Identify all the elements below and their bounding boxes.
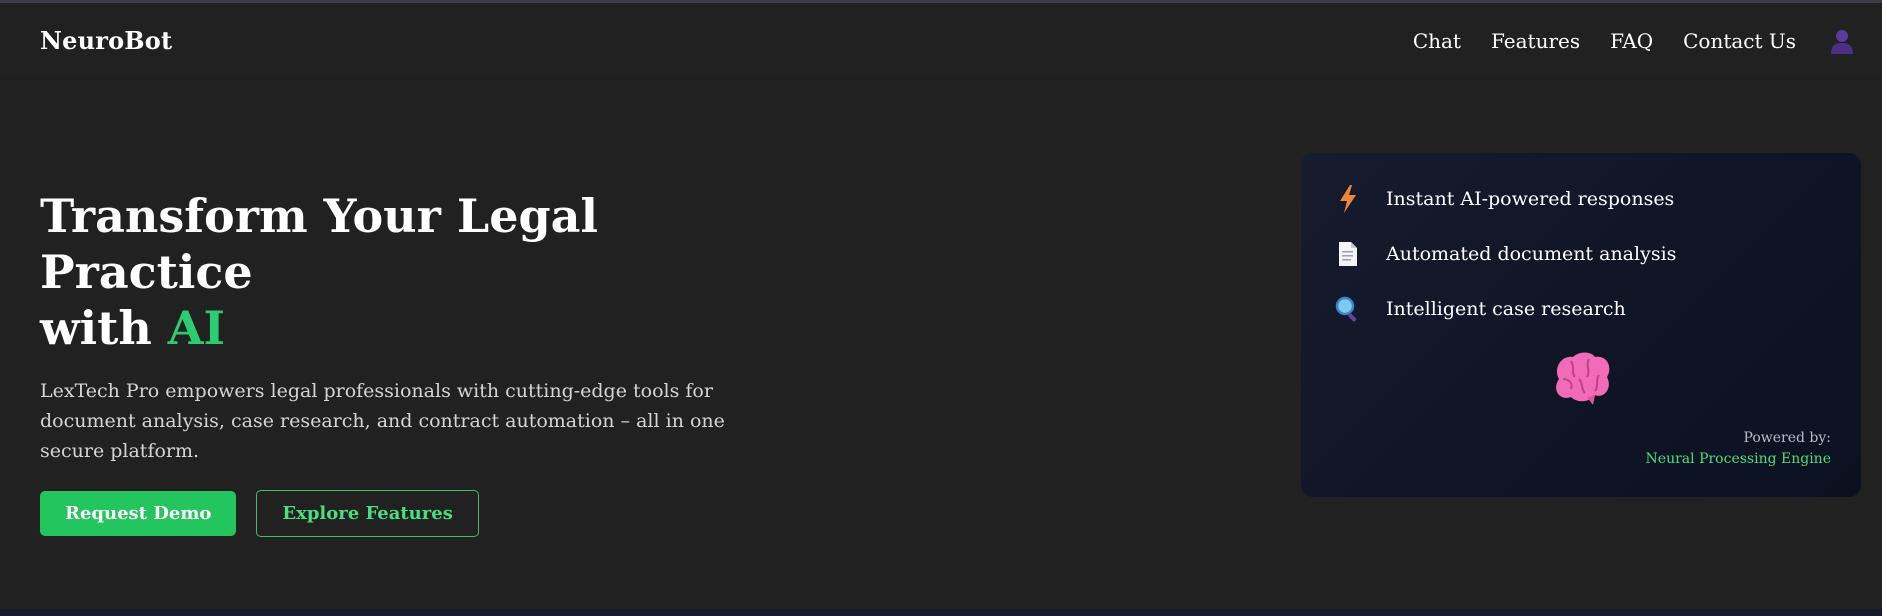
hero-description: LexTech Pro empowers legal professionals… bbox=[40, 380, 725, 462]
nav-link-faq[interactable]: FAQ bbox=[1610, 29, 1653, 53]
nav-links: Chat Features FAQ Contact Us bbox=[1383, 28, 1854, 54]
document-icon bbox=[1333, 239, 1363, 269]
brand-logo[interactable]: NeuroBot bbox=[40, 26, 172, 55]
user-avatar-icon[interactable] bbox=[1830, 28, 1854, 54]
powered-by: Powered by: Neural Processing Engine bbox=[1646, 428, 1831, 470]
powered-engine: Neural Processing Engine bbox=[1645, 451, 1831, 467]
hero-title-prefix: with bbox=[40, 301, 168, 355]
feature-item: Automated document analysis bbox=[1333, 238, 1831, 270]
request-demo-button[interactable]: Request Demo bbox=[40, 491, 237, 536]
nav-link-features[interactable]: Features bbox=[1491, 29, 1580, 53]
magnifier-icon bbox=[1333, 294, 1363, 324]
feature-card: Instant AI-powered responses Automated d… bbox=[1301, 153, 1861, 497]
nav-link-chat[interactable]: Chat bbox=[1413, 29, 1461, 53]
feature-item: Instant AI-powered responses bbox=[1333, 183, 1831, 215]
feature-text: Automated document analysis bbox=[1386, 243, 1677, 265]
hero-section: Transform Your Legal Practice with AI Le… bbox=[40, 188, 800, 537]
bottom-border bbox=[0, 609, 1882, 616]
hero-title: Transform Your Legal Practice with AI bbox=[40, 188, 800, 356]
brain-icon bbox=[1549, 349, 1613, 409]
navbar: NeuroBot Chat Features FAQ Contact Us bbox=[0, 3, 1882, 79]
powered-label: Powered by: bbox=[1743, 430, 1831, 446]
explore-features-button[interactable]: Explore Features bbox=[256, 490, 479, 537]
hero-title-line1: Transform Your Legal Practice bbox=[40, 189, 598, 299]
hero-buttons: Request Demo Explore Features bbox=[40, 490, 800, 537]
feature-item: Intelligent case research bbox=[1333, 293, 1831, 325]
hero-title-accent: AI bbox=[167, 301, 225, 355]
feature-text: Intelligent case research bbox=[1386, 298, 1626, 320]
nav-link-contact-us[interactable]: Contact Us bbox=[1683, 29, 1796, 53]
feature-text: Instant AI-powered responses bbox=[1386, 188, 1675, 210]
lightning-icon bbox=[1333, 184, 1363, 214]
